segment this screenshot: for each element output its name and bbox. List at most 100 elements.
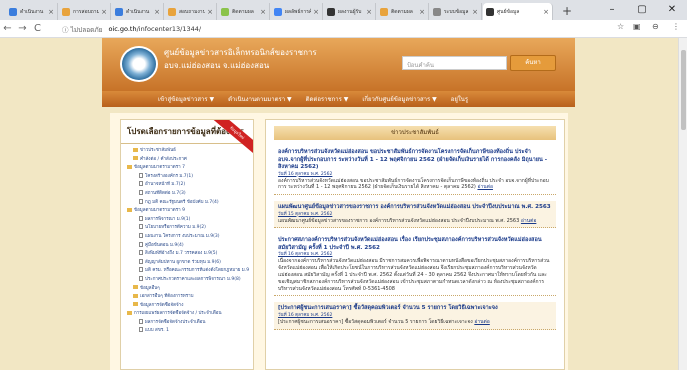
browser-tab[interactable]: ศูนย์ข้อมูล × [483, 3, 553, 20]
folder-icon [133, 285, 138, 289]
page-scrollbar[interactable] [678, 38, 687, 370]
sidebar-item[interactable]: ผลการจัดซื้อจัดจ้างประจำเดือน [127, 318, 249, 328]
menu-item-extra[interactable]: อยู่ในรู [451, 94, 468, 104]
sidebar-item-label: แผนงาน โครงการ งบประมาณ ม.9(3) [145, 233, 220, 239]
news-summary: แผนพัฒนาศูนย์ข้อมูลข่าวสารของราชการ องค์… [278, 218, 552, 225]
read-more-link[interactable]: อ่านต่อ [521, 218, 536, 224]
sidebar-item-label: กฎ มติ คณะรัฐมนตรี ข้อบังคับ ม.7(4) [145, 199, 219, 205]
sidebar-item[interactable]: แผนงาน โครงการ งบประมาณ ม.9(3) [127, 232, 249, 242]
bookmark-star-icon[interactable]: ☆ [617, 22, 624, 31]
site-search-button[interactable]: ค้นหา [510, 55, 556, 71]
news-list: องค์การบริหารส่วนจังหวัดแม่ฮ่องสอน ขอประ… [266, 146, 564, 330]
menu-item-about[interactable]: เกี่ยวกับศูนย์ข้อมูลข่าวสาร ▼ [362, 94, 436, 104]
news-summary: [ประกาศผู้ชนะการเสนอราคา] ซื้อวัสดุคอมพิ… [278, 319, 552, 326]
sidebar-item[interactable]: ประกาศประกวดราคาและผลการพิจารณา ม.9(8) [127, 275, 249, 285]
sidebar-item-label: นโยบายหรือการตีความ ม.9(2) [145, 225, 206, 231]
browser-tab[interactable]: ระบบข้อมูล × [430, 3, 482, 20]
sidebar-item[interactable]: ข้อมูลตามมาตรามาตรา 7 [127, 164, 249, 173]
news-title-link[interactable]: [ประกาศผู้ชนะการเสนอราคา] ซื้อวัสดุคอมพิ… [278, 305, 552, 313]
tab-favicon-icon [9, 7, 17, 16]
sidebar-item[interactable]: อำนาจหน้าที่ ม.7(2) [127, 181, 249, 190]
read-more-link[interactable]: อ่านต่อ [477, 184, 492, 190]
tab-close-icon[interactable]: × [419, 8, 425, 16]
url-field[interactable]: ⓘ ไม่ปลอดภัย oic.go.th /infocenter13/134… [62, 23, 622, 35]
sidebar-item[interactable]: นโยบายหรือการตีความ ม.9(2) [127, 224, 249, 233]
sidebar-item-label: ผลการจัดซื้อจัดจ้างประจำเดือน [145, 319, 206, 325]
sidebar-item[interactable]: สถานที่ติดต่อ ม.7(3) [127, 189, 249, 199]
site-name-line2: อบจ.แม่ฮ่องสอน จ.แม่ฮ่องสอน [164, 61, 270, 70]
news-item: [ประกาศผู้ชนะการเสนอราคา] ซื้อวัสดุคอมพิ… [274, 302, 556, 330]
sidebar-item[interactable]: คู่มือขั้นตอน ม.9(4) [127, 241, 249, 251]
sidebar-item[interactable]: สิ่งพิมพ์ที่อ้างถึง ม.7 วรรคสอง ม.9(5) [127, 250, 249, 259]
url-path: /infocenter13/1344/ [136, 25, 202, 33]
news-title-link[interactable]: แผนพัฒนาศูนย์ข้อมูลข่าวสารของราชการ องค์… [278, 204, 552, 212]
news-title-link[interactable]: ประกาศสภาองค์การบริหารส่วนจังหวัดแม่ฮ่อง… [278, 237, 552, 252]
tab-close-icon[interactable]: × [101, 8, 107, 16]
browser-tab[interactable]: ผลลัพธ์การค้น× [271, 3, 323, 20]
sidebar-item[interactable]: โครงสร้างองค์กร ม.7(1) [127, 172, 249, 182]
tab-close-icon[interactable]: × [207, 8, 213, 16]
news-title-link[interactable]: องค์การบริหารส่วนจังหวัดแม่ฮ่องสอน ขอประ… [278, 149, 552, 172]
tab-close-icon[interactable]: × [48, 8, 54, 16]
folder-icon [127, 207, 132, 212]
browser-tab[interactable]: ดำเนินงาน × [112, 3, 164, 20]
sidebar-item-label: ผลการพิจารณา ม.9(1) [145, 216, 191, 222]
sidebar-item-label: ข่าวประชาสัมพันธ์ [140, 148, 176, 153]
folder-icon [133, 147, 138, 152]
document-icon [139, 275, 143, 281]
sidebar-item[interactable]: แบบ สขร. 1 [127, 327, 249, 336]
site-logo-seal-icon[interactable] [120, 46, 158, 82]
sidebar-item[interactable]: ข่าวประชาสัมพันธ์ [127, 147, 249, 156]
sidebar-item[interactable]: ผลการพิจารณา ม.9(1) [127, 215, 249, 225]
tab-close-icon[interactable]: × [313, 8, 319, 16]
new-tab-button[interactable]: + [562, 4, 572, 18]
sidebar-item[interactable]: มติ ครม. หรือคณะกรรมการที่แต่งตั้งโดยกฎห… [127, 267, 249, 276]
sidebar-item[interactable]: สัญญาสัมปทาน ผูกขาด ร่วมทุน ม.9(6) [127, 258, 249, 268]
tab-close-icon[interactable]: × [260, 8, 266, 16]
tab-close-icon[interactable]: × [472, 8, 478, 16]
reload-button[interactable]: C [30, 23, 45, 34]
menu-item-information[interactable]: เข้าสู่ข้อมูลข่าวสาร ▼ [158, 94, 214, 104]
sidebar: โปรดเลือกรายการข้อมูลที่ต้องการ ข้อมูลให… [120, 119, 254, 370]
close-window-button[interactable]: ✕ [657, 0, 687, 20]
extension-icon[interactable]: ▣ [633, 22, 641, 31]
document-icon [139, 318, 143, 324]
menu-kebab-icon[interactable]: ⋮ [672, 22, 680, 31]
folder-icon [127, 310, 132, 315]
read-more-link[interactable]: อ่านต่อ [474, 319, 489, 325]
folder-icon [133, 293, 138, 298]
maximize-button[interactable]: ▢ [627, 0, 657, 20]
tab-close-icon[interactable]: × [543, 8, 549, 16]
sidebar-item[interactable]: กฎ มติ คณะรัฐมนตรี ข้อบังคับ ม.7(4) [127, 198, 249, 208]
forward-button[interactable]: → [15, 23, 30, 34]
sidebar-item[interactable]: เอกสารอื่นๆ ที่ต้องการทราบ [127, 293, 249, 302]
scrollbar-thumb[interactable] [681, 50, 686, 130]
browser-tab[interactable]: ดำเนินงาน × [6, 3, 58, 20]
document-icon [139, 241, 143, 247]
sidebar-item[interactable]: การเผยแพร่ผลการจัดซื้อจัดจ้าง / ประจำเดื… [127, 310, 249, 319]
menu-item-operations[interactable]: ดำเนินงานตามมาตรา ▼ [228, 94, 291, 104]
sidebar-item-label: ประกาศประกวดราคาและผลการพิจารณา ม.9(8) [145, 276, 241, 282]
site-search-input[interactable]: ป้อนคำค้น [402, 56, 507, 70]
sidebar-item[interactable]: ข้อมูลตามมาตรามาตรา 9 [127, 207, 249, 216]
not-secure-indicator[interactable]: ⓘ ไม่ปลอดภัย [62, 24, 102, 35]
browser-tab[interactable]: สอบถามงาน × [165, 3, 217, 20]
sidebar-item-label: โครงสร้างองค์กร ม.7(1) [145, 173, 194, 179]
tab-close-icon[interactable]: × [154, 8, 160, 16]
profile-icon[interactable]: ⊖ [652, 22, 659, 31]
document-icon [139, 250, 143, 256]
document-icon [139, 172, 143, 178]
sidebar-item[interactable]: คำสั่งต่อ / คำสั่งประกาศ [127, 156, 249, 165]
browser-tab[interactable]: ผลงานผู้รับ × [324, 3, 376, 20]
browser-tab[interactable]: ติดตามผล × [377, 3, 429, 20]
back-button[interactable]: ← [0, 23, 15, 34]
sidebar-item-label: เอกสารอื่นๆ ที่ต้องการทราบ [140, 294, 194, 300]
menu-item-contact[interactable]: ติดต่อราชการ ▼ [306, 94, 349, 104]
minimize-button[interactable]: – [597, 0, 627, 20]
document-icon [139, 224, 143, 230]
sidebar-item[interactable]: ข้อมูลอื่นๆ [127, 285, 249, 294]
sidebar-item[interactable]: ข้อมูลการจัดซื้อจัดจ้าง [127, 302, 249, 311]
browser-tab[interactable]: การสอบถาม × [59, 3, 111, 20]
tab-close-icon[interactable]: × [366, 8, 372, 16]
browser-tab[interactable]: ติดตามผล × [218, 3, 270, 20]
